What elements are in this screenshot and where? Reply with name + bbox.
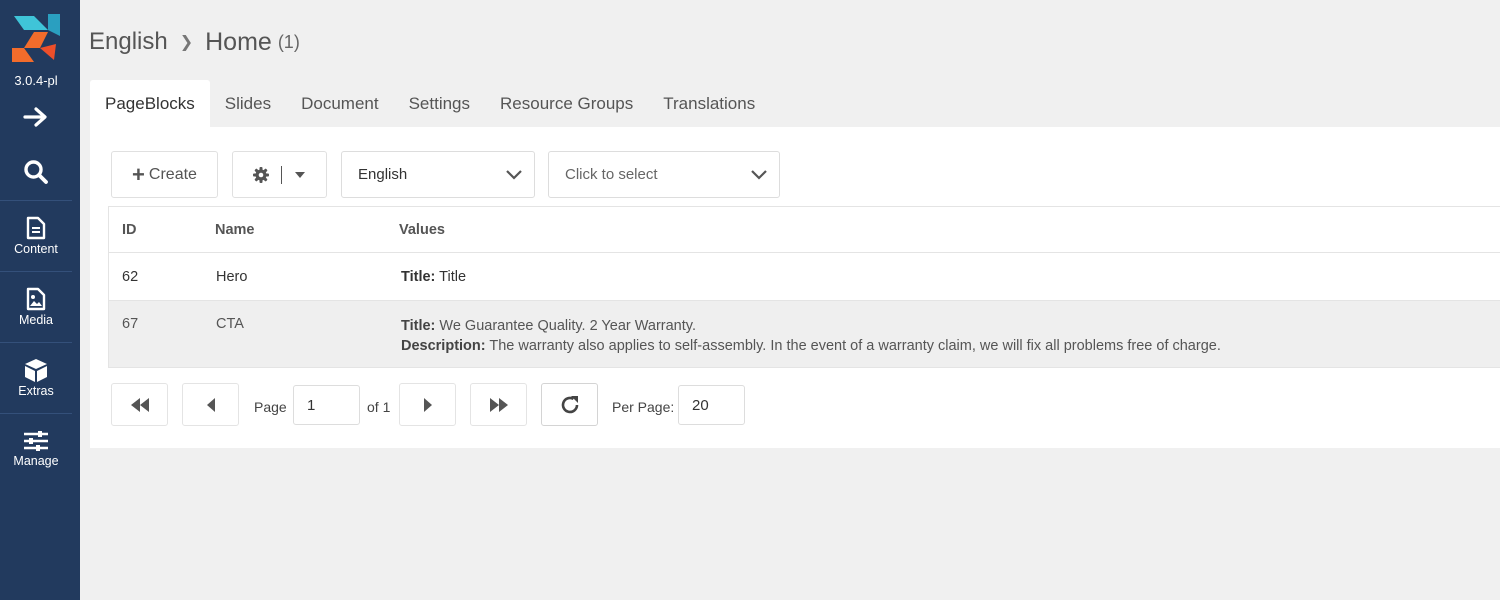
value-text: The warranty also applies to self-assemb… (489, 338, 1221, 354)
sidebar-item-label: Media (18, 312, 54, 327)
value-key: Title: (401, 318, 436, 334)
value-text: Title (439, 268, 467, 285)
arrow-right-icon (23, 107, 47, 127)
column-header-name[interactable]: Name (202, 222, 388, 238)
double-chevron-left-icon (130, 397, 149, 412)
gear-icon (253, 166, 269, 183)
refresh-button[interactable] (541, 383, 598, 426)
double-chevron-right-icon (489, 397, 508, 412)
row-id: 62 (122, 268, 139, 285)
row-name: Hero (216, 268, 248, 285)
version-label: 3.0.4-pl (14, 73, 58, 88)
page-title: Home (205, 27, 272, 56)
caret-right-icon (423, 397, 432, 412)
tab-slides[interactable]: Slides (210, 80, 286, 127)
next-page-button[interactable] (399, 383, 456, 426)
sidebar-item-label: Manage (13, 453, 59, 468)
cube-icon (25, 358, 47, 382)
value-key: Description: (401, 338, 486, 354)
chevron-right-icon: ❯ (179, 34, 194, 51)
sidebar-item-extras[interactable]: Extras (0, 342, 72, 412)
table-row[interactable]: 62 Hero Title: Title (109, 253, 1500, 301)
divider (281, 165, 282, 184)
table-row[interactable]: 67 CTA Title: We Guarantee Quality. 2 Ye… (109, 301, 1500, 368)
per-page-label: Per Page: (612, 399, 675, 415)
expand-sidebar-button[interactable] (0, 100, 72, 134)
pageblocks-panel: + Create English Click to select ID Name… (90, 127, 1500, 448)
breadcrumb-parent-link[interactable]: English (89, 28, 168, 56)
per-page-input[interactable]: 20 (678, 385, 745, 425)
value-text: We Guarantee Quality. 2 Year Warranty. (439, 318, 696, 334)
grid-header: ID Name Values (109, 207, 1500, 253)
page-total-label: of 1 (367, 399, 391, 415)
sidebar: 3.0.4-pl Content Media Extras Manage (0, 0, 80, 600)
create-button[interactable]: + Create (111, 151, 218, 198)
column-header-id[interactable]: ID (109, 222, 202, 238)
row-id: 67 (122, 316, 139, 332)
create-button-label: Create (148, 165, 197, 183)
row-values: Title: Title (388, 267, 1500, 287)
context-select[interactable]: Click to select (548, 151, 780, 198)
previous-page-button[interactable] (182, 383, 239, 426)
modx-logo[interactable] (10, 14, 62, 62)
resource-id-badge: (1) (277, 31, 300, 52)
breadcrumb: English ❯ Home (1) (89, 26, 300, 58)
column-header-values[interactable]: Values (388, 220, 1500, 240)
search-icon (24, 160, 48, 184)
tab-settings[interactable]: Settings (394, 80, 485, 127)
sidebar-item-media[interactable]: Media (0, 271, 72, 341)
tab-translations[interactable]: Translations (648, 80, 770, 127)
sidebar-item-content[interactable]: Content (0, 200, 72, 270)
row-values: Title: We Guarantee Quality. 2 Year Warr… (388, 316, 1500, 367)
actions-menu-button[interactable] (232, 151, 327, 198)
pageblocks-grid: ID Name Values 62 Hero Title: Title 67 C… (108, 206, 1500, 368)
row-name: CTA (216, 316, 244, 332)
caret-down-icon (295, 171, 305, 178)
plus-icon: + (132, 161, 145, 187)
sliders-icon (24, 430, 48, 451)
sidebar-item-label: Content (14, 241, 58, 256)
chevron-down-icon (506, 170, 522, 180)
refresh-icon (561, 395, 578, 413)
last-page-button[interactable] (470, 383, 527, 426)
tab-document[interactable]: Document (286, 80, 393, 127)
tab-resource-groups[interactable]: Resource Groups (485, 80, 648, 127)
page-label: Page (254, 399, 287, 415)
caret-left-icon (206, 397, 215, 412)
image-icon (26, 287, 46, 310)
first-page-button[interactable] (111, 383, 168, 426)
context-select-placeholder: Click to select (565, 166, 658, 183)
sidebar-item-manage[interactable]: Manage (0, 413, 72, 483)
chevron-down-icon (751, 170, 767, 180)
language-select-value: English (358, 166, 408, 183)
search-button[interactable] (0, 152, 72, 192)
tab-pageblocks[interactable]: PageBlocks (90, 80, 210, 127)
document-icon (26, 216, 46, 239)
sidebar-item-label: Extras (18, 383, 54, 398)
page-number-input[interactable]: 1 (293, 385, 360, 425)
language-select[interactable]: English (341, 151, 535, 198)
value-key: Title: (401, 268, 436, 285)
tab-bar: PageBlocks Slides Document Settings Reso… (90, 80, 770, 127)
